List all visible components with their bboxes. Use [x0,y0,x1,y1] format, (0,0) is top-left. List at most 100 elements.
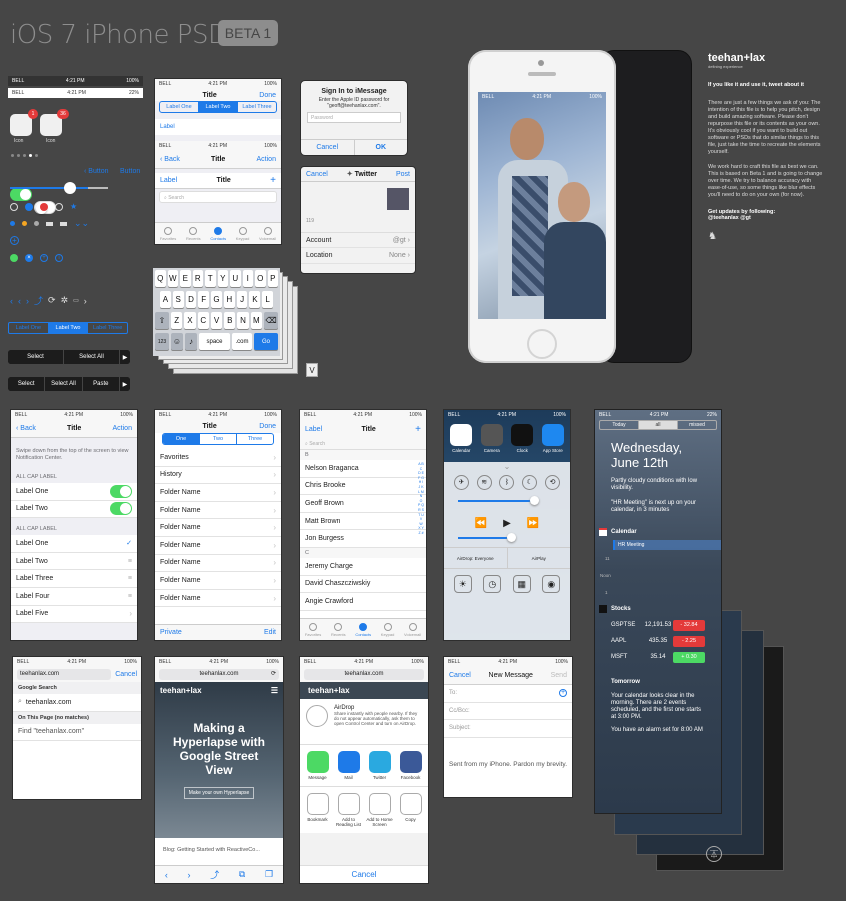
brightness-slider[interactable] [458,496,539,505]
app-camera[interactable]: Camera [477,424,508,453]
bookmarks-icon[interactable]: ⧉ [239,869,245,880]
shift-key[interactable]: ⇧ [155,312,169,329]
search-bar[interactable]: ⌕ Search [300,438,426,450]
calculator-icon[interactable]: ▦ [512,575,531,593]
site-logo[interactable]: teehan+lax [160,686,202,695]
delete-key[interactable]: ⌫ [263,312,278,329]
url-field[interactable]: teehanlax.com [304,669,424,680]
edit-button[interactable]: Edit [264,629,276,636]
tab-voicemail[interactable]: Voicemail [259,226,276,241]
app-clock[interactable]: Clock [507,424,538,453]
toggle-on[interactable] [10,188,32,201]
folder-item[interactable]: Favorites › [155,449,281,467]
share-facebook[interactable]: Facebook [395,751,426,780]
action-reading-list[interactable]: Add to Reading List [333,793,364,827]
add-icon[interactable]: + [40,254,48,262]
to-field[interactable]: To: + [444,685,572,703]
plain-button[interactable]: Button [120,168,140,175]
suggestion-row[interactable]: ⌕ teehanlax.com [13,694,141,712]
chevron-right-icon[interactable]: › [84,296,87,306]
back-button[interactable]: ‹ Button [84,168,109,175]
dotcom-key[interactable]: .com [232,333,252,350]
list-item[interactable]: Label One ✓ [11,535,137,553]
reload-icon[interactable]: ⟳ [271,669,276,680]
stock-row[interactable]: AAPL 435.35- 2.25 [595,633,721,649]
camera-icon[interactable]: ◉ [542,575,561,593]
folder-item[interactable]: History › [155,467,281,485]
url-field[interactable]: teehanlax.com ⟳ [159,669,279,680]
reload-icon[interactable]: ⟳ [48,295,56,306]
radio-empty-icon[interactable] [55,202,63,211]
contact-row[interactable]: Chris Brooke [300,478,426,496]
select-all-button[interactable]: Select All [64,350,120,364]
folder-item[interactable]: Folder Name › [155,502,281,520]
segmented-control[interactable]: One Two Three [162,433,274,445]
action-copy[interactable]: Copy [395,793,426,827]
password-field[interactable]: Password [307,112,401,123]
back-button[interactable]: ‹ Back [160,156,180,163]
radio-empty-icon[interactable] [10,202,18,211]
post-button[interactable]: Post [396,171,410,178]
chevron-left-icon[interactable]: ‹ [10,296,13,306]
folder-item[interactable]: Folder Name › [155,572,281,590]
app-store[interactable]: App Store [538,424,569,453]
calendar-event[interactable]: HR Meeting [613,540,721,550]
contact-row[interactable]: Jon Burgess [300,530,426,548]
tab-all[interactable]: all [639,421,678,429]
grabber-icon[interactable]: ⌄ [444,462,570,471]
chevron-right-icon[interactable]: › [26,296,29,306]
action-button[interactable]: Action [257,156,276,163]
share-icon[interactable]: ⤴ [210,868,219,881]
tab-contacts[interactable]: Contacts [355,622,371,637]
rewind-icon[interactable]: ⏪ [475,518,487,529]
cancel-button[interactable]: Cancel [301,140,355,155]
account-row[interactable]: Account @gt › [301,232,415,248]
list-item[interactable]: Label Two ≡ [11,552,137,571]
back-button[interactable]: ‹ Back [16,425,36,432]
article-headline[interactable]: Making a Hyperlapse with Google Street V… [155,699,283,777]
folder-item[interactable]: Folder Name › [155,537,281,555]
chevron-left-icon[interactable]: ‹ [18,296,21,306]
cancel-button[interactable]: Cancel [306,171,328,178]
reorder-icon[interactable]: ≡ [128,558,132,565]
message-body[interactable]: Sent from my iPhone. Pardon my brevity. [444,738,572,769]
close-icon[interactable]: × [25,254,33,262]
blog-link[interactable]: Blog: Getting Started with ReactiveCo... [155,838,283,862]
tab-recents[interactable]: Recents [186,226,201,241]
segmented-control[interactable]: Label One Label Two Label Three [8,322,128,334]
play-icon[interactable]: ▶ [503,518,511,529]
segmented-control[interactable]: Label One Label Two Label Three [159,101,277,113]
go-key[interactable]: Go [254,333,278,350]
tab-voicemail[interactable]: Voicemail [404,622,421,637]
contact-row[interactable]: Matt Brown [300,513,426,531]
app-calendar[interactable]: Calendar [446,424,477,453]
find-row[interactable]: Find "teehanlax.com" [13,724,141,742]
space-key[interactable]: space [199,333,230,350]
share-mail[interactable]: Mail [333,751,364,780]
add-icon[interactable]: + [415,424,421,435]
ok-button[interactable]: OK [355,140,408,155]
airdrop-icon[interactable] [306,705,328,727]
add-icon[interactable]: + [559,689,567,698]
menu-icon[interactable]: ☰ [271,686,278,695]
send-button[interactable]: Send [551,672,567,679]
tab-favorites[interactable]: Favorites [160,226,176,241]
radio-red-icon[interactable] [40,202,48,211]
folder-item[interactable]: Folder Name › [155,590,281,608]
mic-key[interactable]: ♪ [185,333,197,350]
stock-row[interactable]: MSFT 35.14 + 0.30 [595,649,721,665]
numbers-key[interactable]: 123 [155,333,169,350]
share-twitter[interactable]: Twitter [364,751,395,780]
forward-icon[interactable]: ⏩ [527,518,539,529]
wifi-icon[interactable]: ≋ [476,475,492,490]
airdrop-button[interactable]: AirDrop: Everyone [444,548,508,568]
select-button[interactable]: Select [8,377,46,391]
contact-row[interactable]: Angie Crawford [300,593,426,611]
slider-thumb[interactable] [64,182,76,194]
location-row[interactable]: Location None › [301,248,415,264]
folder-item[interactable]: Folder Name › [155,555,281,573]
tab-keypad[interactable]: Keypad [381,622,394,637]
rotation-lock-icon[interactable]: ⟲ [545,475,561,490]
alphabet-index[interactable]: A B C D E F G H I J K L M N O P Q R S T … [418,462,424,536]
menu-next-icon[interactable]: ▶ [119,377,130,391]
